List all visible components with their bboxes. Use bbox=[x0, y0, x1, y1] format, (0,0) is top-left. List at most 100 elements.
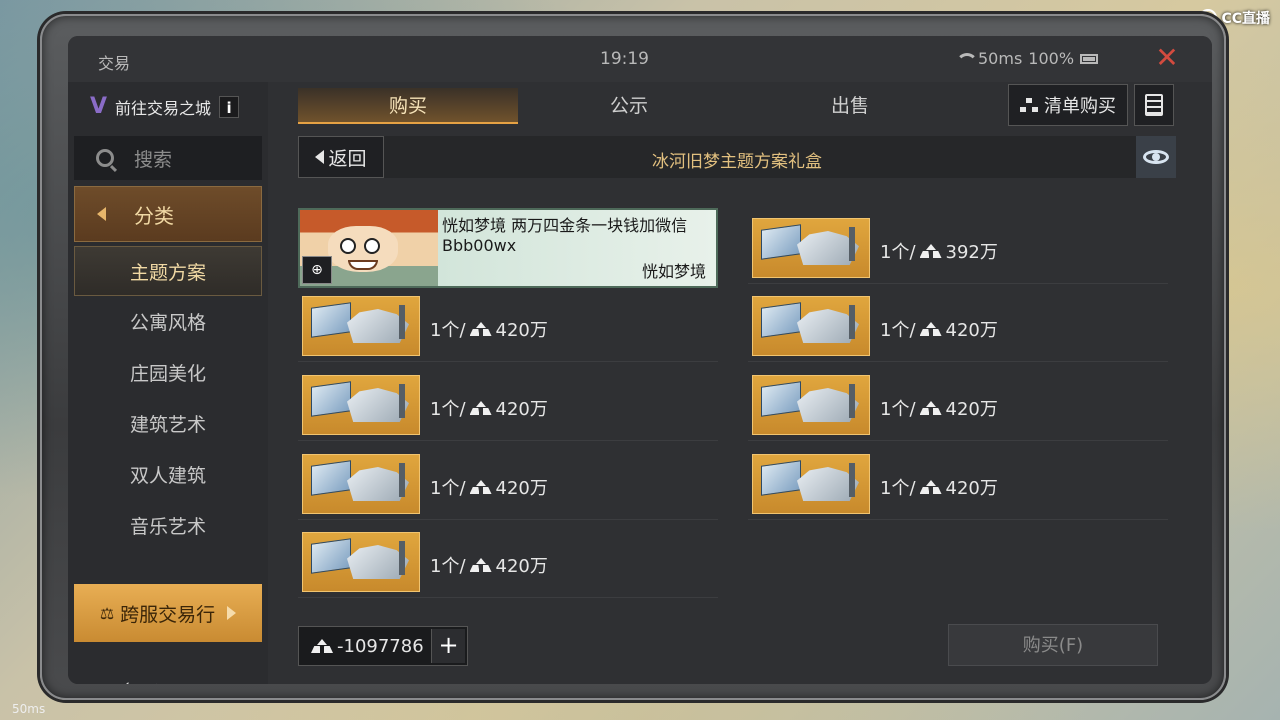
collapse-arrow-icon bbox=[97, 207, 106, 221]
sidebar-back-button[interactable]: ⮌ 返回 bbox=[124, 676, 176, 684]
sidebar-item-architecture-art[interactable]: 建筑艺术 bbox=[74, 398, 262, 448]
tab-sell[interactable]: 出售 bbox=[740, 88, 960, 124]
battery-icon bbox=[1080, 53, 1099, 64]
info-button[interactable]: i bbox=[219, 95, 240, 118]
tab-buy[interactable]: 购买 bbox=[298, 88, 518, 124]
sidebar-item-music-art[interactable]: 音乐艺术 bbox=[74, 500, 262, 550]
goto-trade-city-link[interactable]: V 前往交易之城 i bbox=[90, 94, 240, 119]
search-placeholder: 搜索 bbox=[134, 148, 173, 171]
thumb-box bbox=[761, 381, 801, 417]
thumb-box bbox=[311, 538, 351, 574]
price-text: 392万 bbox=[945, 242, 998, 263]
price-text: 420万 bbox=[945, 478, 998, 499]
price-text: 420万 bbox=[495, 399, 548, 420]
gift-box-thumbnail bbox=[302, 375, 420, 435]
preview-button[interactable] bbox=[1136, 136, 1176, 178]
clipboard-button[interactable] bbox=[1134, 84, 1174, 126]
gift-box-thumbnail bbox=[302, 532, 420, 592]
device-net-indicator: 50ms bbox=[12, 702, 45, 716]
sidebar-item-label: 公寓风格 bbox=[129, 311, 206, 334]
thumb-box bbox=[311, 381, 351, 417]
device-ping-text: 50ms bbox=[12, 702, 46, 716]
app-title: 交易 bbox=[98, 54, 131, 73]
listing-price: 1个/392万 bbox=[880, 238, 998, 264]
wifi-icon bbox=[956, 52, 978, 65]
thumb-box bbox=[311, 302, 351, 338]
listing-price: 1个/420万 bbox=[880, 395, 998, 421]
gold-bar-icon bbox=[470, 558, 492, 572]
gold-bar-icon bbox=[920, 244, 942, 258]
quantity-text: 1个/ bbox=[880, 478, 916, 499]
add-gold-button[interactable]: + bbox=[431, 629, 465, 663]
add-friend-icon[interactable]: ⊕ bbox=[302, 256, 332, 284]
gold-bar-icon bbox=[470, 322, 492, 336]
close-button[interactable]: ✕ bbox=[1152, 44, 1182, 74]
tab-publicity[interactable]: 公示 bbox=[519, 88, 739, 124]
goto-trade-city-label: 前往交易之城 bbox=[115, 98, 212, 118]
gold-bar-icon bbox=[470, 401, 492, 415]
item-header: 冰河旧梦主题方案礼盒 返回 bbox=[298, 136, 1176, 178]
thumb-tower bbox=[849, 227, 855, 261]
gift-box-thumbnail bbox=[752, 218, 870, 278]
back-label: 返回 bbox=[328, 147, 367, 170]
quantity-text: 1个/ bbox=[880, 399, 916, 420]
list-buy-label: 清单购买 bbox=[1044, 96, 1116, 117]
listing-item[interactable]: 1个/392万 bbox=[748, 218, 1168, 284]
listing-item[interactable]: 1个/420万 bbox=[298, 375, 718, 441]
listing-price: 1个/420万 bbox=[430, 316, 548, 342]
search-input[interactable]: 搜索 bbox=[74, 136, 262, 180]
promoted-listing[interactable]: ⊕ 恍如梦境 两万四金条一块钱加微信Bbb00wx 恍如梦境 bbox=[298, 208, 718, 288]
character-eye bbox=[340, 238, 356, 254]
thumb-box bbox=[761, 460, 801, 496]
gold-bar-icon bbox=[920, 480, 942, 494]
thumb-tower bbox=[849, 463, 855, 497]
gift-box-thumbnail bbox=[302, 296, 420, 356]
price-text: 420万 bbox=[495, 556, 548, 577]
list-buy-button[interactable]: 清单购买 bbox=[1008, 84, 1128, 126]
listing-price: 1个/420万 bbox=[430, 395, 548, 421]
sidebar: V 前往交易之城 i 搜索 分类 主题方案 公寓风格 庄园美化 建筑艺术 双人建… bbox=[68, 82, 268, 684]
thumb-tower bbox=[399, 463, 405, 497]
network-status: 50ms 100% bbox=[956, 49, 1099, 68]
status-bar: 交易 19:19 50ms 100% ✕ bbox=[68, 36, 1212, 82]
ping-text: 50ms bbox=[978, 49, 1023, 68]
sidebar-item-label: 主题方案 bbox=[129, 261, 206, 284]
sidebar-item-duo-building[interactable]: 双人建筑 bbox=[74, 449, 262, 499]
sidebar-item-theme-plan[interactable]: 主题方案 bbox=[74, 246, 262, 296]
quantity-text: 1个/ bbox=[880, 320, 916, 341]
back-button[interactable]: 返回 bbox=[298, 136, 384, 178]
listing-item[interactable]: 1个/420万 bbox=[298, 296, 718, 362]
eye-icon bbox=[1143, 150, 1169, 164]
sidebar-item-label: 双人建筑 bbox=[129, 464, 206, 487]
sidebar-back-label: 返回 bbox=[142, 678, 176, 684]
thumb-box bbox=[311, 460, 351, 496]
category-toggle[interactable]: 分类 bbox=[74, 186, 262, 242]
sidebar-item-label: 音乐艺术 bbox=[129, 515, 206, 538]
arrow-right-icon bbox=[227, 606, 237, 620]
price-text: 420万 bbox=[945, 320, 998, 341]
quantity-text: 1个/ bbox=[430, 320, 466, 341]
cross-server-trade-button[interactable]: ⚖ 跨服交易行 bbox=[74, 584, 262, 642]
listing-item[interactable]: 1个/420万 bbox=[298, 454, 718, 520]
buy-button[interactable]: 购买(F) bbox=[948, 624, 1158, 666]
quantity-text: 1个/ bbox=[430, 478, 466, 499]
sidebar-item-manor-beautify[interactable]: 庄园美化 bbox=[74, 347, 262, 397]
item-title: 冰河旧梦主题方案礼盒 bbox=[652, 152, 822, 172]
tab-label: 购买 bbox=[388, 95, 427, 117]
thumb-tower bbox=[849, 384, 855, 418]
category-label: 分类 bbox=[134, 203, 174, 228]
listing-item[interactable]: 1个/420万 bbox=[748, 296, 1168, 362]
listing-item[interactable]: 1个/420万 bbox=[298, 532, 718, 598]
sidebar-item-apartment-style[interactable]: 公寓风格 bbox=[74, 296, 262, 346]
thumb-tower bbox=[849, 305, 855, 339]
clock-time: 19:19 bbox=[600, 49, 649, 69]
gold-bar-icon bbox=[920, 401, 942, 415]
sidebar-item-label: 庄园美化 bbox=[129, 362, 206, 385]
gift-box-thumbnail bbox=[752, 296, 870, 356]
price-text: 420万 bbox=[495, 478, 548, 499]
listing-item[interactable]: 1个/420万 bbox=[748, 375, 1168, 441]
gold-bar-icon bbox=[920, 322, 942, 336]
listing-item[interactable]: 1个/420万 bbox=[748, 454, 1168, 520]
thumb-box bbox=[761, 224, 801, 260]
quantity-text: 1个/ bbox=[430, 556, 466, 577]
